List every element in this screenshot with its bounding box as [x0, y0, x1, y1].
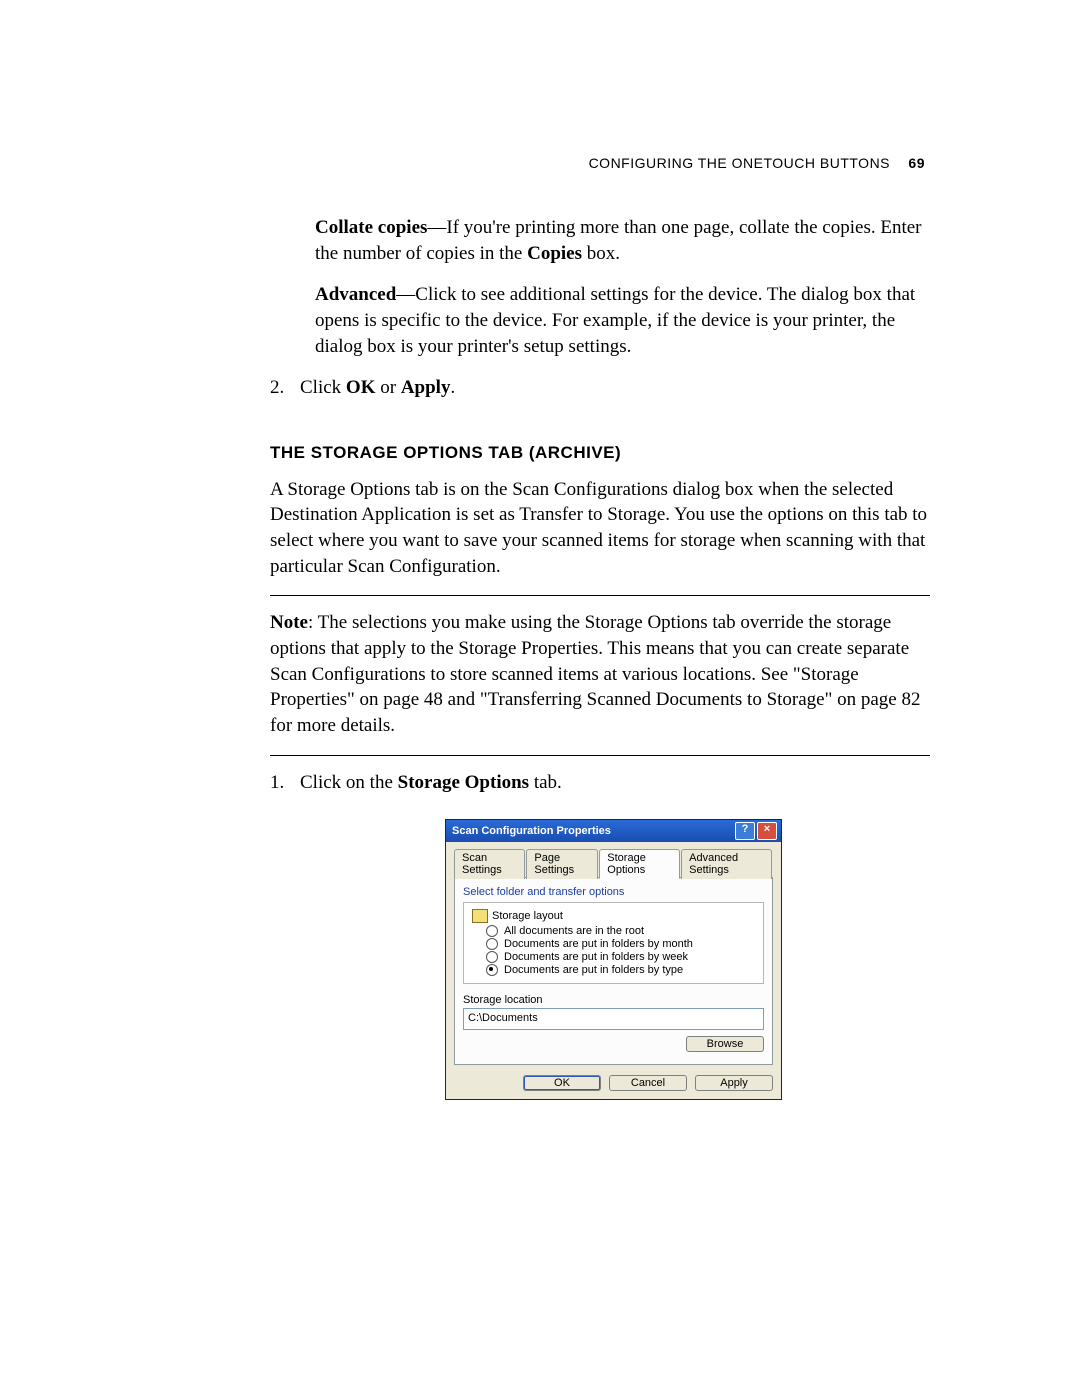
tab-scan-settings[interactable]: Scan Settings [454, 849, 525, 879]
scan-config-dialog: Scan Configuration Properties ? × Scan S… [445, 819, 782, 1100]
page-number: 69 [908, 155, 925, 171]
step-1: 1. Click on the Storage Options tab. [270, 770, 930, 796]
storage-layout-head: Storage layout [472, 909, 755, 923]
tab-advanced-settings[interactable]: Advanced Settings [681, 849, 772, 879]
dialog-title: Scan Configuration Properties [450, 825, 733, 837]
radio-icon [486, 964, 498, 976]
storage-paragraph: A Storage Options tab is on the Scan Con… [270, 477, 930, 580]
advanced-lead: Advanced [315, 284, 396, 305]
fieldset-legend: Select folder and transfer options [463, 886, 764, 898]
running-header-text: CONFIGURING THE ONETOUCH BUTTONS [589, 155, 890, 171]
cancel-button[interactable]: Cancel [609, 1075, 687, 1091]
step-2-text: Click OK or Apply. [300, 375, 930, 401]
note-lead: Note [270, 612, 308, 633]
storage-layout-label: Storage layout [492, 910, 563, 922]
copies-word: Copies [527, 243, 582, 264]
note-body: : The selections you make using the Stor… [270, 612, 920, 736]
running-header: CONFIGURING THE ONETOUCH BUTTONS 69 [589, 155, 925, 171]
radio-root[interactable]: All documents are in the root [486, 925, 755, 937]
dialog-tabs: Scan Settings Page Settings Storage Opti… [454, 848, 773, 878]
folder-icon [472, 909, 488, 923]
radio-icon [486, 938, 498, 950]
radio-by-week[interactable]: Documents are put in folders by week [486, 951, 755, 963]
dialog-titlebar: Scan Configuration Properties ? × [446, 820, 781, 842]
step2-a: Click [300, 377, 346, 398]
note-paragraph: Note: The selections you make using the … [270, 610, 930, 738]
tab-panel: Select folder and transfer options Stora… [454, 877, 773, 1065]
tab-page-settings[interactable]: Page Settings [526, 849, 598, 879]
radio-label: All documents are in the root [504, 925, 644, 937]
radio-label: Documents are put in folders by type [504, 964, 683, 976]
divider [270, 595, 930, 596]
radio-by-month[interactable]: Documents are put in folders by month [486, 938, 755, 950]
step-2: 2. Click OK or Apply. [270, 375, 930, 401]
tab-storage-options[interactable]: Storage Options [599, 849, 680, 879]
divider [270, 755, 930, 756]
storage-location-label: Storage location [463, 994, 764, 1006]
step-number: 2. [270, 375, 300, 401]
section-heading: THE STORAGE OPTIONS TAB (ARCHIVE) [270, 443, 930, 463]
step2-c: or [375, 377, 400, 398]
storage-layout-fieldset: Storage layout All documents are in the … [463, 902, 764, 984]
radio-label: Documents are put in folders by week [504, 951, 688, 963]
step1-c: tab. [529, 772, 562, 793]
advanced-body: —Click to see additional settings for th… [315, 284, 915, 356]
close-button[interactable]: × [757, 822, 777, 840]
collate-paragraph: Collate copies—If you're printing more t… [315, 215, 930, 266]
advanced-paragraph: Advanced—Click to see additional setting… [315, 282, 930, 359]
ok-button[interactable]: OK [523, 1075, 601, 1091]
step-number: 1. [270, 770, 300, 796]
dialog-footer: OK Cancel Apply [454, 1075, 773, 1091]
step1-a: Click on the [300, 772, 398, 793]
step1-storage-options: Storage Options [398, 772, 529, 793]
help-button[interactable]: ? [735, 822, 755, 840]
browse-button[interactable]: Browse [686, 1036, 764, 1052]
step2-apply: Apply [401, 377, 451, 398]
step2-e: . [450, 377, 455, 398]
radio-by-type[interactable]: Documents are put in folders by type [486, 964, 755, 976]
radio-icon [486, 925, 498, 937]
collate-tail: box. [582, 243, 620, 264]
radio-label: Documents are put in folders by month [504, 938, 693, 950]
step-1-text: Click on the Storage Options tab. [300, 770, 930, 796]
apply-button[interactable]: Apply [695, 1075, 773, 1091]
storage-path-input[interactable]: C:\Documents [463, 1008, 764, 1030]
collate-lead: Collate copies [315, 217, 427, 238]
step2-ok: OK [346, 377, 376, 398]
radio-icon [486, 951, 498, 963]
